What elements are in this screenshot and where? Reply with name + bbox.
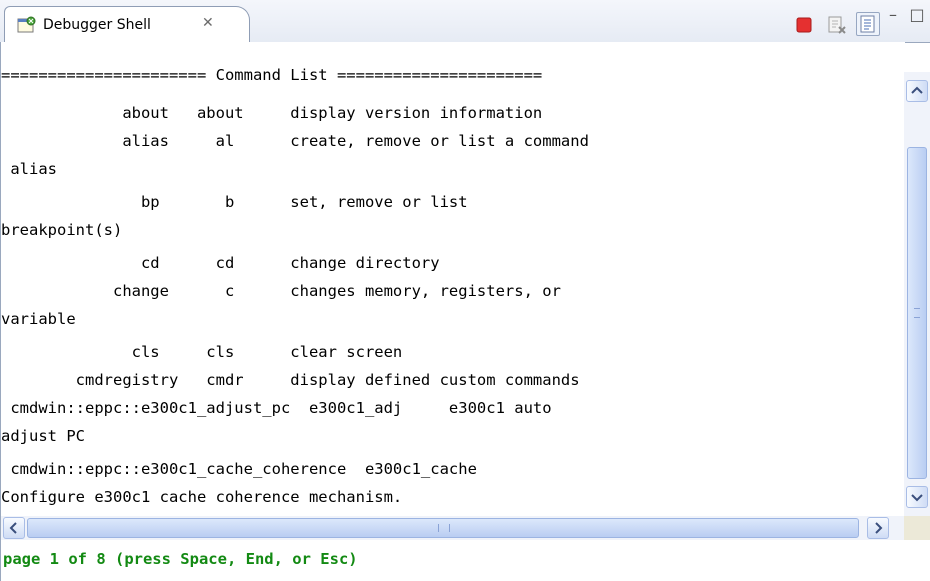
console-line: ====================== Command List ====… [1, 66, 543, 84]
console-line: cmdwin::eppc::e300c1_cache_coherence e30… [1, 460, 477, 478]
console-line: adjust PC [1, 427, 85, 445]
scroll-left-button[interactable] [3, 517, 25, 539]
maximize-button[interactable]: □ [908, 7, 926, 30]
scroll-lock-icon[interactable] [856, 12, 880, 36]
clear-console-icon[interactable] [826, 14, 848, 36]
view-tab-bar: Debugger Shell ✕ – □ [0, 0, 930, 43]
grip-icon [438, 524, 450, 532]
chevron-left-icon [9, 522, 17, 534]
console-line: bp b set, remove or list [1, 193, 468, 211]
scroll-down-button[interactable] [906, 486, 928, 508]
tab-debugger-shell[interactable]: Debugger Shell ✕ [4, 6, 250, 43]
tab-title: Debugger Shell [43, 17, 151, 33]
horizontal-scrollbar[interactable] [0, 516, 905, 540]
console-line: change c changes memory, registers, or [1, 282, 561, 300]
console-output[interactable]: ====================== Command List ====… [0, 42, 905, 516]
horizontal-scroll-thumb[interactable] [27, 518, 859, 538]
terminate-icon[interactable] [793, 14, 815, 36]
console-line: breakpoint(s) [1, 221, 123, 239]
grip-icon [914, 308, 920, 318]
console-line: about about display version information [1, 104, 543, 122]
chevron-down-icon [911, 494, 923, 502]
console-line: cmdregistry cmdr display defined custom … [1, 371, 580, 389]
chevron-up-icon [911, 86, 923, 94]
scrollbar-corner [904, 516, 930, 540]
chevron-right-icon [875, 522, 883, 534]
minimize-button[interactable]: – [884, 7, 902, 30]
close-icon[interactable]: ✕ [202, 15, 214, 31]
console-line: cmdwin::eppc::e300c1_adjust_pc e300c1_ad… [1, 399, 552, 417]
debugger-shell-icon [17, 16, 36, 33]
pager-prompt: page 1 of 8 (press Space, End, or Esc) [3, 550, 358, 568]
scroll-up-button[interactable] [906, 80, 928, 102]
scroll-right-button[interactable] [867, 517, 889, 539]
console-line: cls cls clear screen [1, 343, 403, 361]
console-line: cd cd change directory [1, 254, 440, 272]
pager-bar: page 1 of 8 (press Space, End, or Esc) [0, 540, 930, 581]
vertical-scroll-thumb[interactable] [907, 147, 927, 479]
vertical-scrollbar[interactable] [904, 72, 930, 518]
console-line: variable [1, 310, 76, 328]
console-line: Configure e300c1 cache coherence mechani… [1, 488, 403, 506]
console-line: alias [1, 160, 57, 178]
console-line: alias al create, remove or list a comman… [1, 132, 589, 150]
